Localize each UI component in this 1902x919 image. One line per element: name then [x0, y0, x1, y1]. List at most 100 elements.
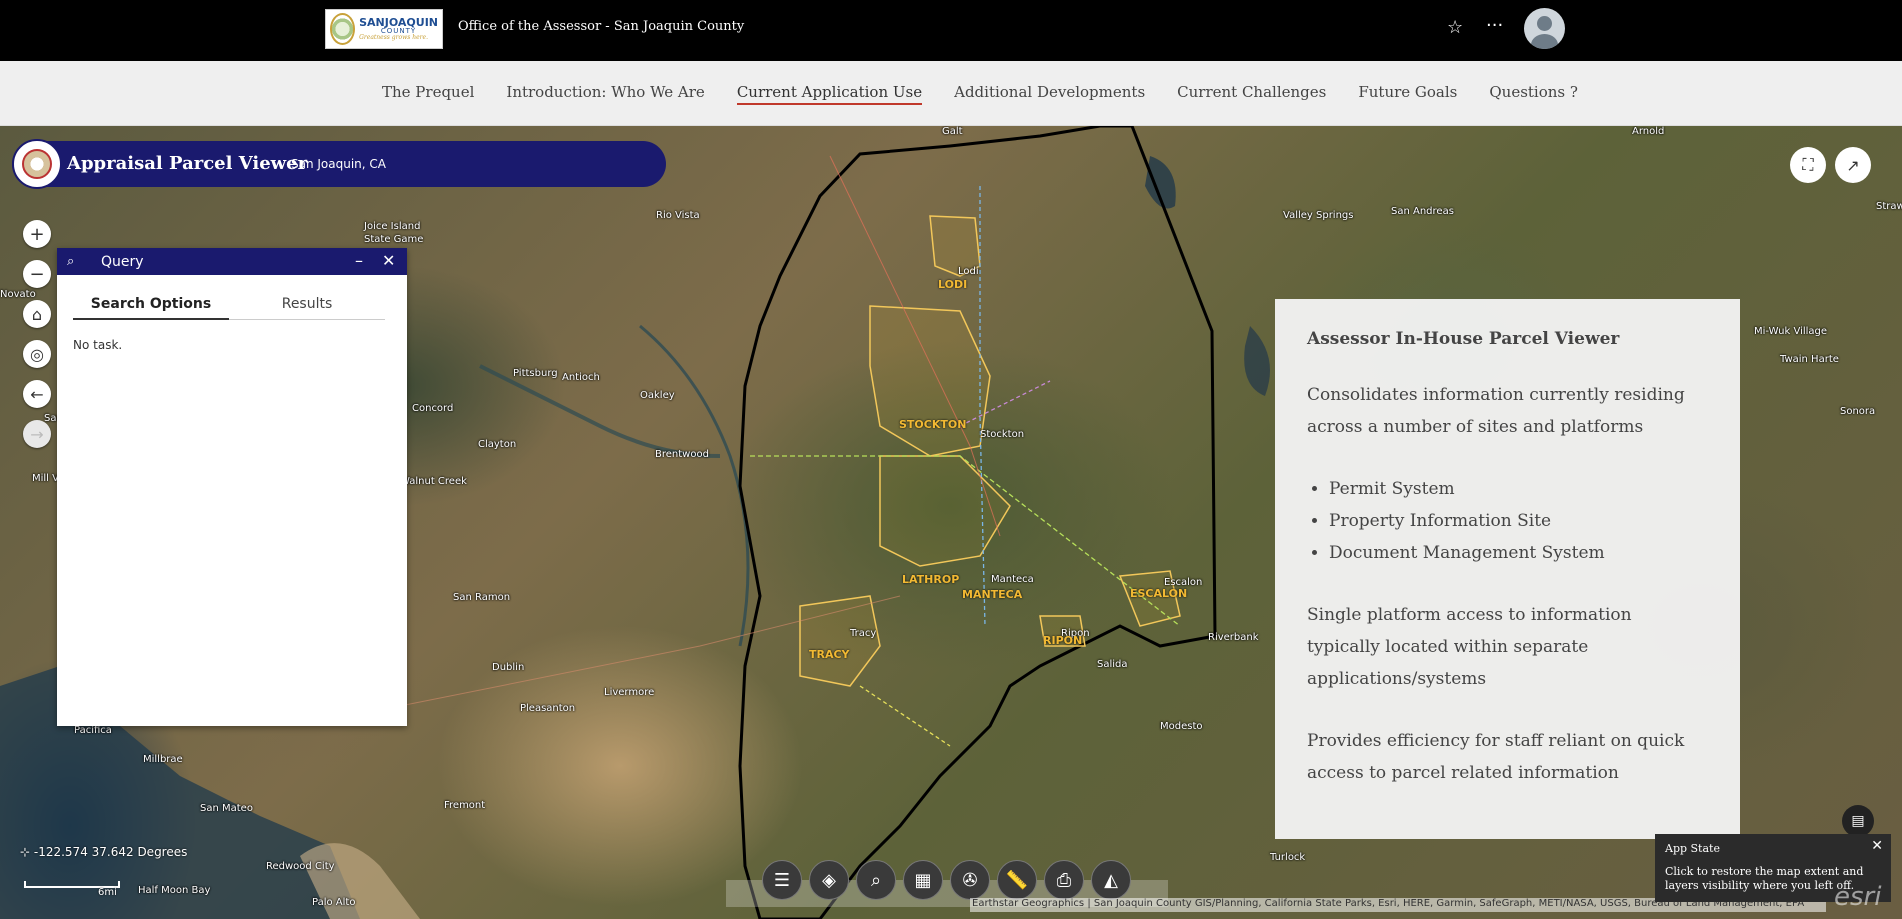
nav-item-current-application-use[interactable]: Current Application Use — [736, 83, 923, 105]
about-icon[interactable]: ◭ — [1091, 860, 1131, 900]
card-heading: Assessor In-House Parcel Viewer — [1307, 329, 1620, 349]
place-label: Joice Island — [364, 221, 421, 232]
place-label: State Game — [364, 234, 424, 245]
place-label: Fremont — [444, 800, 486, 811]
place-label: Millbrae — [143, 754, 183, 765]
nav-item-future-goals[interactable]: Future Goals — [1358, 83, 1457, 105]
next-extent-icon[interactable]: → — [23, 420, 51, 448]
query-icon: ⌕ — [67, 254, 75, 269]
logo-tagline: Greatness grows here. — [359, 34, 428, 41]
city-label: LODI — [938, 278, 968, 291]
measure-icon[interactable]: 📏 — [997, 860, 1037, 900]
query-icon[interactable]: ⌕ — [856, 860, 896, 900]
place-label: San Ramon — [453, 592, 511, 603]
assessor-seal-icon — [22, 149, 52, 179]
top-header: SANJOAQUIN COUNTY Greatness grows here. … — [0, 0, 1902, 61]
legend-icon[interactable]: ☰ — [762, 860, 802, 900]
zoom-in-button[interactable]: + — [23, 220, 51, 248]
place-label: Concord — [412, 403, 454, 414]
print-icon[interactable]: ⎙ — [1044, 860, 1084, 900]
nav-item-current-challenges[interactable]: Current Challenges — [1177, 83, 1326, 105]
list-icon[interactable]: ▤ — [1842, 805, 1874, 837]
city-label: MANTECA — [962, 588, 1023, 601]
query-panel-header: ⌕ Query – ✕ — [57, 248, 407, 275]
place-label: San Andreas — [1391, 206, 1454, 217]
nav-item-additional-developments[interactable]: Additional Developments — [954, 83, 1145, 105]
place-label: Sonora — [1840, 406, 1876, 417]
city-label: ESCALON — [1130, 587, 1188, 600]
app-logo — [12, 139, 62, 189]
place-label: Manteca — [991, 574, 1034, 585]
app-state-title: App State — [1665, 842, 1720, 855]
card-paragraph: Consolidates information currently resid… — [1307, 385, 1685, 437]
close-icon[interactable]: ✕ — [382, 251, 395, 270]
tab-results[interactable]: Results — [229, 296, 385, 320]
tab-search-options[interactable]: Search Options — [73, 296, 229, 320]
place-label: Stockton — [980, 429, 1025, 440]
place-label: Arnold — [1632, 126, 1665, 137]
nav-item-introduction[interactable]: Introduction: Who We Are — [506, 83, 704, 105]
fullscreen-icon[interactable]: ⛶ — [1790, 147, 1826, 183]
city-label: RIPON — [1043, 634, 1083, 647]
place-label: Brentwood — [655, 449, 709, 460]
card-paragraph: Single platform access to information ty… — [1307, 605, 1632, 689]
city-label: TRACY — [809, 648, 850, 661]
list-item: Document Management System — [1329, 537, 1708, 569]
city-label: LATHROP — [902, 573, 960, 586]
place-label: Mi-Wuk Village — [1754, 326, 1828, 337]
home-icon[interactable]: ⌂ — [23, 300, 51, 328]
place-label: Walnut Creek — [400, 476, 467, 487]
app-subtitle: San Joaquin, CA — [291, 157, 387, 171]
open-external-icon[interactable]: ↗ — [1835, 147, 1871, 183]
place-label: Valley Springs — [1283, 210, 1354, 221]
city-label: STOCKTON — [899, 418, 967, 431]
place-label: Antioch — [562, 372, 600, 383]
place-label: Twain Harte — [1780, 354, 1839, 365]
close-icon[interactable]: ✕ — [1871, 838, 1883, 854]
list-item: Property Information Site — [1329, 505, 1708, 537]
place-label: Rio Vista — [656, 210, 700, 221]
esri-logo: esri — [1834, 882, 1882, 912]
analysis-icon[interactable]: ✇ — [950, 860, 990, 900]
place-label: Pacifica — [74, 725, 112, 736]
place-label: Lodi — [958, 266, 979, 277]
nav-item-questions[interactable]: Questions ? — [1489, 83, 1578, 105]
star-icon[interactable]: ☆ — [1447, 17, 1463, 38]
scale-label: 6mi — [98, 887, 117, 898]
place-label: Modesto — [1160, 721, 1203, 732]
zoom-out-button[interactable]: − — [23, 260, 51, 288]
story-card: Assessor In-House Parcel Viewer Consolid… — [1275, 299, 1740, 839]
county-logo[interactable]: SANJOAQUIN COUNTY Greatness grows here. — [325, 9, 443, 49]
more-icon[interactable]: ··· — [1486, 15, 1503, 36]
basemap-gallery-icon[interactable]: ▦ — [903, 860, 943, 900]
query-tabs: Search Options Results — [73, 296, 449, 320]
story-nav: The Prequel Introduction: Who We Are Cur… — [0, 61, 1902, 126]
previous-extent-icon[interactable]: ← — [23, 380, 51, 408]
place-label: Pittsburg — [513, 368, 558, 379]
place-label: Turlock — [1270, 852, 1306, 863]
place-label: Strawberry — [1876, 201, 1902, 212]
query-panel-title: Query — [101, 253, 144, 270]
list-item: Permit System — [1329, 473, 1708, 505]
minimize-icon[interactable]: – — [355, 251, 363, 270]
place-label: Novato — [0, 289, 36, 300]
avatar[interactable] — [1524, 8, 1565, 49]
card-paragraph: Provides efficiency for staff reliant on… — [1307, 731, 1685, 783]
locate-icon[interactable]: ◎ — [23, 340, 51, 368]
place-label: Pleasanton — [520, 703, 576, 714]
place-label: Salida — [1097, 659, 1128, 670]
site-title: Office of the Assessor - San Joaquin Cou… — [458, 19, 745, 34]
place-label: Dublin — [492, 662, 525, 673]
coordinate-readout: ⊹ -122.574 37.642 Degrees — [20, 845, 188, 859]
app-title: Appraisal Parcel Viewer — [67, 153, 308, 174]
layers-icon[interactable]: ◈ — [809, 860, 849, 900]
empty-message: No task. — [73, 338, 123, 352]
coordinate-value: -122.574 37.642 Degrees — [33, 845, 188, 859]
nav-item-prequel[interactable]: The Prequel — [382, 83, 474, 105]
place-label: Oakley — [640, 390, 675, 401]
place-label: Half Moon Bay — [138, 885, 211, 896]
query-panel: ⌕ Query – ✕ Search Options Results No ta… — [57, 248, 407, 726]
place-label: Livermore — [604, 687, 655, 698]
place-label: Palo Alto — [312, 897, 356, 908]
place-label: Riverbank — [1208, 632, 1259, 643]
